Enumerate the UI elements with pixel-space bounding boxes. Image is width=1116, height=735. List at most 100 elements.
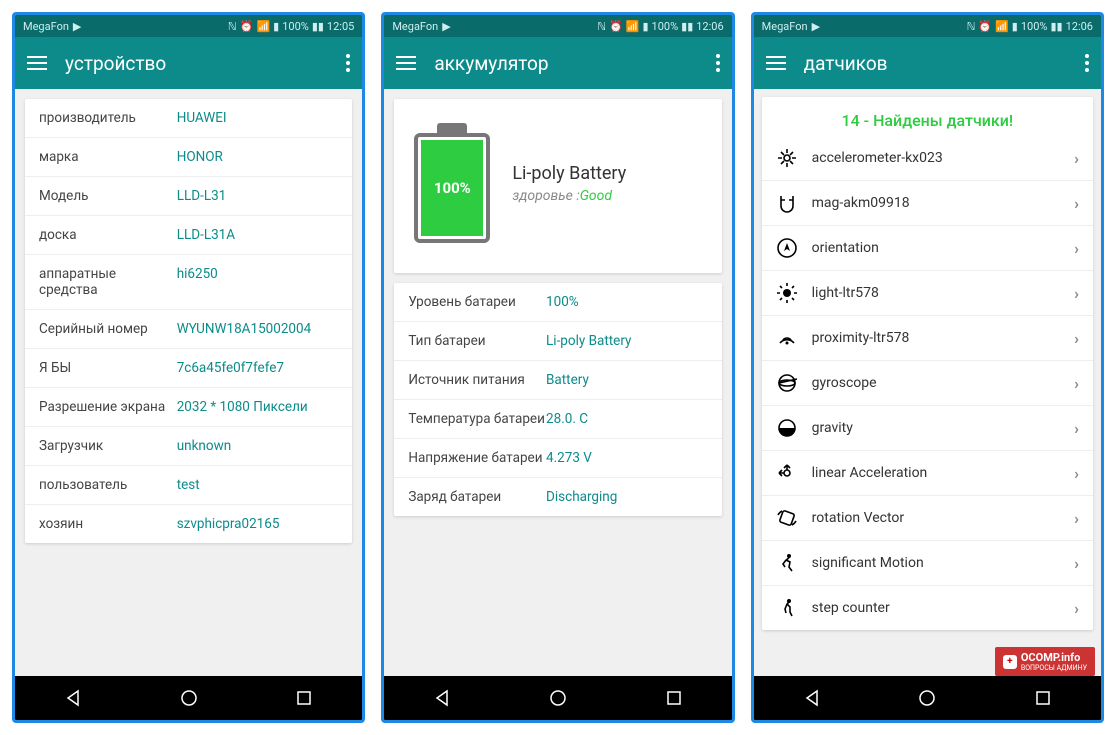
phone-device: MegaFon▶ ℕ⏰📶▮100%▮▮12:05 устройство прои… (12, 12, 365, 723)
nav-bar (384, 676, 731, 720)
device-key: Серийный номер (39, 321, 177, 337)
carrier-label: MegaFon (23, 20, 69, 33)
signal-icon: ▮ (642, 20, 648, 33)
home-button[interactable] (918, 689, 936, 707)
battery-pct: 100% (282, 20, 309, 33)
home-button[interactable] (549, 689, 567, 707)
battery-icon: ▮▮ (312, 20, 324, 33)
sensor-label: linear Acceleration (812, 465, 1060, 481)
device-row: Разрешение экрана2032 * 1080 Пиксели (25, 388, 352, 427)
status-bar: MegaFon▶ ℕ⏰📶▮100%▮▮12:05 (15, 15, 362, 37)
sensor-label: proximity-ltr578 (812, 330, 1060, 346)
device-value: 7c6a45fe0f7fefe7 (177, 360, 339, 376)
battery-value: Li-poly Battery (546, 333, 708, 349)
battery-key: Напряжение батареи (408, 450, 546, 466)
overflow-button[interactable] (1085, 54, 1089, 72)
battery-icon: ▮▮ (1050, 20, 1062, 33)
compass-icon (776, 237, 798, 259)
recent-button[interactable] (1034, 689, 1052, 707)
watermark: + OCOMP.infoВОПРОСЫ АДМИНУ (995, 647, 1095, 676)
battery-row: Напряжение батареи4.273 V (394, 439, 721, 478)
watermark-plus-icon: + (1003, 655, 1017, 669)
gravity-icon (776, 417, 798, 439)
content-area: 14 - Найдены датчики! accelerometer-kx02… (754, 89, 1101, 676)
signal-icon: ▮ (1012, 20, 1018, 33)
sensor-row[interactable]: gravity › (762, 406, 1093, 451)
motion-icon (776, 552, 798, 574)
page-title: аккумулятор (434, 52, 697, 75)
device-key: доска (39, 227, 177, 243)
device-value: hi6250 (177, 266, 339, 298)
sensor-label: gravity (812, 420, 1060, 436)
sensor-row[interactable]: proximity-ltr578› (762, 316, 1093, 361)
device-row: производительHUAWEI (25, 99, 352, 138)
clock: 12:06 (696, 20, 723, 33)
nav-bar (15, 676, 362, 720)
sensor-row[interactable]: accelerometer-kx023› (762, 136, 1093, 181)
battery-icon: ▮▮ (681, 20, 693, 33)
alarm-icon: ⏰ (609, 20, 623, 33)
device-value: LLD-L31A (177, 227, 339, 243)
sensor-row[interactable]: rotation Vector› (762, 496, 1093, 541)
device-value: HUAWEI (177, 110, 339, 126)
menu-button[interactable] (27, 56, 47, 70)
chevron-right-icon: › (1074, 194, 1079, 213)
chevron-right-icon: › (1074, 464, 1079, 483)
menu-button[interactable] (766, 56, 786, 70)
gyroscope-icon (776, 372, 798, 394)
device-row: МодельLLD-L31 (25, 177, 352, 216)
linear-accel-icon (776, 462, 798, 484)
battery-row: Источник питанияBattery (394, 361, 721, 400)
battery-value: 100% (546, 294, 708, 310)
menu-button[interactable] (396, 56, 416, 70)
device-key: пользователь (39, 477, 177, 493)
device-row: Я БЫ7c6a45fe0f7fefe7 (25, 349, 352, 388)
proximity-icon (776, 327, 798, 349)
sensor-label: orientation (812, 240, 1060, 256)
nfc-icon: ℕ (228, 20, 237, 33)
sensor-row[interactable]: gyroscope› (762, 361, 1093, 406)
battery-health: здоровье :Good (512, 188, 626, 204)
back-button[interactable] (433, 689, 451, 707)
battery-fill-label: 100% (421, 140, 483, 236)
back-button[interactable] (64, 689, 82, 707)
sensor-row[interactable]: step counter› (762, 586, 1093, 630)
accelerometer-icon (776, 147, 798, 169)
device-value: szvphicpra02165 (177, 516, 339, 532)
wifi-icon: 📶 (995, 20, 1009, 33)
phone-battery: MegaFon▶ ℕ⏰📶▮100%▮▮12:06 аккумулятор 100… (381, 12, 734, 723)
home-button[interactable] (180, 689, 198, 707)
status-bar: MegaFon▶ ℕ⏰📶▮100%▮▮12:06 (384, 15, 731, 37)
carrier-label: MegaFon (392, 20, 438, 33)
chevron-right-icon: › (1074, 554, 1079, 573)
chevron-right-icon: › (1074, 149, 1079, 168)
battery-key: Уровень батареи (408, 294, 546, 310)
carrier-label: MegaFon (762, 20, 808, 33)
battery-key: Источник питания (408, 372, 546, 388)
sensor-row[interactable]: light-ltr578› (762, 271, 1093, 316)
battery-value: Discharging (546, 489, 708, 505)
device-row: аппаратные средстваhi6250 (25, 255, 352, 310)
alarm-icon: ⏰ (240, 20, 254, 33)
sensor-label: light-ltr578 (812, 285, 1060, 301)
recent-button[interactable] (295, 689, 313, 707)
sensor-row[interactable]: orientation› (762, 226, 1093, 271)
sensor-row[interactable]: linear Acceleration › (762, 451, 1093, 496)
back-button[interactable] (803, 689, 821, 707)
rotation-icon (776, 507, 798, 529)
sensor-row[interactable]: mag-akm09918› (762, 181, 1093, 226)
content-area: 100% Li-poly Battery здоровье :Good Уров… (384, 89, 731, 676)
device-key: хозяин (39, 516, 177, 532)
overflow-button[interactable] (346, 54, 350, 72)
device-value: unknown (177, 438, 339, 454)
overflow-button[interactable] (716, 54, 720, 72)
battery-key: Температура батареи (408, 411, 546, 427)
app-bar: устройство (15, 37, 362, 89)
nfc-icon: ℕ (597, 20, 606, 33)
chevron-right-icon: › (1074, 419, 1079, 438)
wifi-icon: 📶 (626, 20, 640, 33)
battery-value: 4.273 V (546, 450, 708, 466)
sensor-label: significant Motion (812, 555, 1060, 571)
sensor-row[interactable]: significant Motion › (762, 541, 1093, 586)
recent-button[interactable] (665, 689, 683, 707)
